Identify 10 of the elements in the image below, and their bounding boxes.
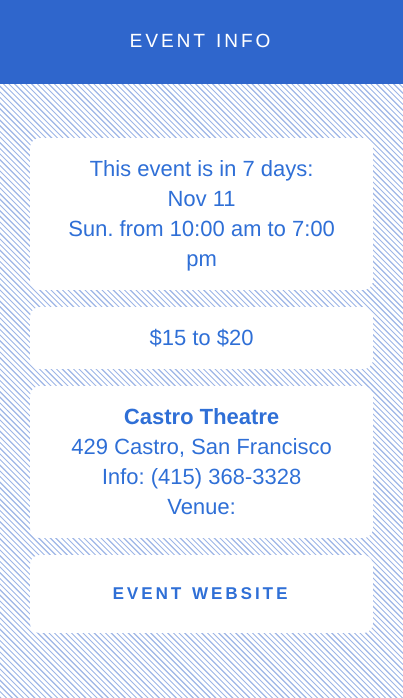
info-text: 429 Castro, San Francisco — [70, 433, 333, 461]
info-text: Info: (415) 368-3328 — [100, 463, 302, 491]
info-text: Venue: — [166, 493, 237, 521]
venue-name: Castro Theatre — [124, 403, 280, 431]
website-link[interactable]: EVENT WEBSITE — [30, 555, 373, 633]
header-title: EVENT INFO — [130, 30, 274, 54]
info-text: This event is in 7 days: — [88, 155, 314, 183]
info-text: $15 to $20 — [148, 324, 254, 352]
info-text: Nov 11 — [166, 185, 237, 213]
info-text: Sun. from 10:00 am to 7:00 pm — [67, 215, 336, 273]
